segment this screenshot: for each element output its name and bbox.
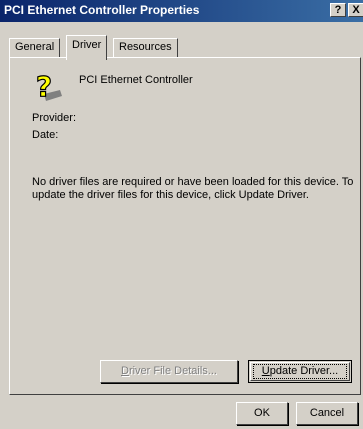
update-label: pdate Driver... <box>269 365 339 377</box>
properties-window: PCI Ethernet Controller Properties ? X G… <box>0 0 363 429</box>
driver-message: No driver files are required or have bee… <box>32 176 354 201</box>
title-bar[interactable]: PCI Ethernet Controller Properties ? X <box>0 0 363 22</box>
tab-general[interactable]: General <box>9 38 61 58</box>
help-button[interactable]: ? <box>330 3 346 17</box>
ok-button[interactable]: OK <box>236 402 288 425</box>
tab-driver[interactable]: Driver <box>66 35 108 60</box>
svg-text:?: ? <box>36 72 52 102</box>
provider-label: Provider: <box>32 112 77 124</box>
tab-label: Driver <box>72 39 102 51</box>
device-name: PCI Ethernet Controller <box>79 74 193 86</box>
details-label: river File Details... <box>128 365 217 377</box>
update-driver-button[interactable]: Update Driver... <box>248 360 352 383</box>
details-mnemonic: D <box>121 365 129 377</box>
date-label: Date: <box>32 129 59 141</box>
driver-file-details-button[interactable]: Driver File Details... <box>100 360 238 383</box>
tab-label: General <box>15 41 55 53</box>
tab-label: Resources <box>119 41 172 53</box>
window-title: PCI Ethernet Controller Properties <box>4 3 200 17</box>
close-button[interactable]: X <box>348 3 363 17</box>
driver-tab-panel: ? PCI Ethernet Controller Provider: Date… <box>9 57 361 395</box>
update-mnemonic: U <box>261 365 270 377</box>
question-mark-device-icon: ? <box>35 72 62 102</box>
tab-resources[interactable]: Resources <box>113 38 178 58</box>
cancel-button[interactable]: Cancel <box>296 402 358 425</box>
update-label-wrap: Update Driver... <box>262 365 338 377</box>
